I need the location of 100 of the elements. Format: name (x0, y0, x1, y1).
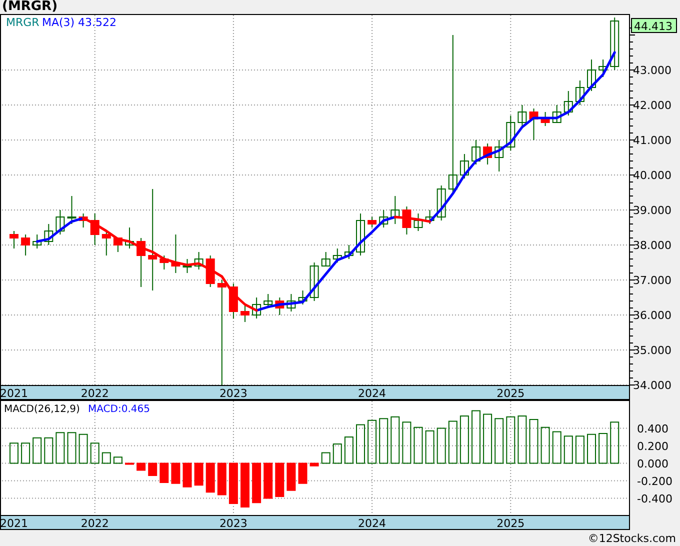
candlestick (194, 252, 204, 270)
candlestick (552, 104, 562, 123)
histogram-bar (171, 462, 180, 484)
axis-label: 2024 (358, 387, 386, 400)
histogram-bar (356, 424, 365, 464)
axis-label: 2022 (80, 387, 109, 400)
histogram-bar (425, 430, 434, 464)
legend-value: 43.522 (78, 16, 116, 29)
axis-label: 2021 (0, 387, 28, 400)
histogram-bar (136, 462, 146, 471)
axis-label: 38.000 (633, 239, 672, 252)
axis-label: 39.000 (633, 204, 672, 217)
axis-label: 0.000 (637, 457, 668, 470)
axis-label: 0.200 (637, 440, 668, 453)
histogram-bar (402, 422, 412, 464)
candlestick (240, 304, 250, 322)
histogram-bar (113, 456, 122, 464)
histogram-bar (78, 434, 88, 464)
axis-label: 42.000 (633, 99, 672, 112)
candlestick (228, 283, 238, 319)
histogram-bar (460, 416, 469, 464)
histogram-bar (217, 462, 226, 496)
legend-indicator: MACD(26,12,9) (4, 404, 80, 415)
histogram-bar (448, 420, 458, 464)
site-credit: ©12Stocks.com (588, 532, 676, 544)
histogram-bar (540, 426, 550, 464)
candlestick (610, 17, 620, 70)
histogram-bar (90, 442, 100, 464)
candlestick (78, 213, 88, 228)
histogram-bar (67, 432, 76, 464)
candlestick (472, 140, 480, 165)
candlestick (587, 59, 596, 92)
candlestick (344, 244, 354, 260)
legend-indicator: MA(3) (42, 16, 75, 29)
histogram-bar (506, 416, 516, 464)
candlestick (102, 230, 111, 256)
histogram-bar (125, 462, 134, 465)
histogram-bar (275, 462, 284, 497)
candlestick (575, 80, 584, 106)
axis-label: 35.000 (633, 344, 672, 357)
histogram-bar (10, 442, 18, 464)
candlestick (275, 297, 284, 316)
candlestick (56, 210, 65, 235)
candlestick (379, 210, 388, 228)
candlestick (286, 294, 296, 312)
histogram-bar (194, 462, 204, 486)
price-tag: 44.413 (631, 18, 677, 33)
histogram-bar (483, 414, 492, 464)
candlestick (332, 248, 342, 263)
candlestick (390, 196, 400, 224)
histogram-bar (160, 462, 169, 483)
axis-label: 2025 (496, 517, 525, 530)
candlestick (10, 230, 18, 249)
histogram-bar (587, 434, 596, 464)
candlestick (182, 258, 192, 274)
histogram-bar (148, 462, 158, 476)
histogram-bar (368, 420, 377, 464)
histogram-bar (252, 462, 262, 504)
histogram-bar (610, 422, 620, 464)
axis-label: 37.000 (633, 274, 672, 287)
histogram-bar (598, 433, 608, 464)
histogram-bar (529, 419, 538, 464)
histogram-bar (264, 462, 273, 499)
candlestick (171, 234, 180, 274)
histogram-bar (436, 428, 446, 464)
chart-title: (MRGR) (1, 0, 59, 14)
histogram-bar (494, 418, 504, 464)
histogram-bar (552, 431, 562, 464)
axis-label: 0.400 (637, 422, 668, 436)
candlestick (310, 262, 319, 302)
histogram-bar (32, 437, 42, 464)
axis-label: 2024 (358, 517, 386, 530)
histogram-bar (21, 442, 30, 464)
candlestick (425, 210, 434, 224)
axis-label: -0.400 (637, 492, 672, 506)
candlestick (252, 297, 262, 319)
axis-label: 36.000 (633, 309, 672, 322)
axis-label: 2025 (496, 387, 525, 400)
candlestick (483, 143, 492, 165)
candlestick (21, 234, 30, 256)
histogram-bar (44, 437, 54, 464)
histogram-bar (298, 462, 308, 484)
histogram-bar (240, 462, 250, 508)
histogram-bar (56, 432, 65, 464)
candlestick (136, 238, 146, 288)
candlestick (264, 294, 273, 308)
histogram-bar (228, 462, 238, 504)
candlestick (160, 255, 169, 270)
histogram-bar (518, 416, 527, 464)
axis-label: 40.000 (633, 169, 672, 182)
candlestick (494, 140, 504, 172)
histogram-bar (344, 436, 354, 464)
axis-label: 41.000 (633, 134, 672, 147)
axis-label: 2022 (80, 517, 109, 530)
candlestick (321, 252, 330, 266)
legend-value: MACD:0.465 (88, 404, 150, 415)
candlestick (356, 213, 365, 256)
candlestick (67, 196, 76, 224)
axis-label: 2021 (0, 517, 28, 530)
axis-label: 43.000 (633, 64, 672, 77)
